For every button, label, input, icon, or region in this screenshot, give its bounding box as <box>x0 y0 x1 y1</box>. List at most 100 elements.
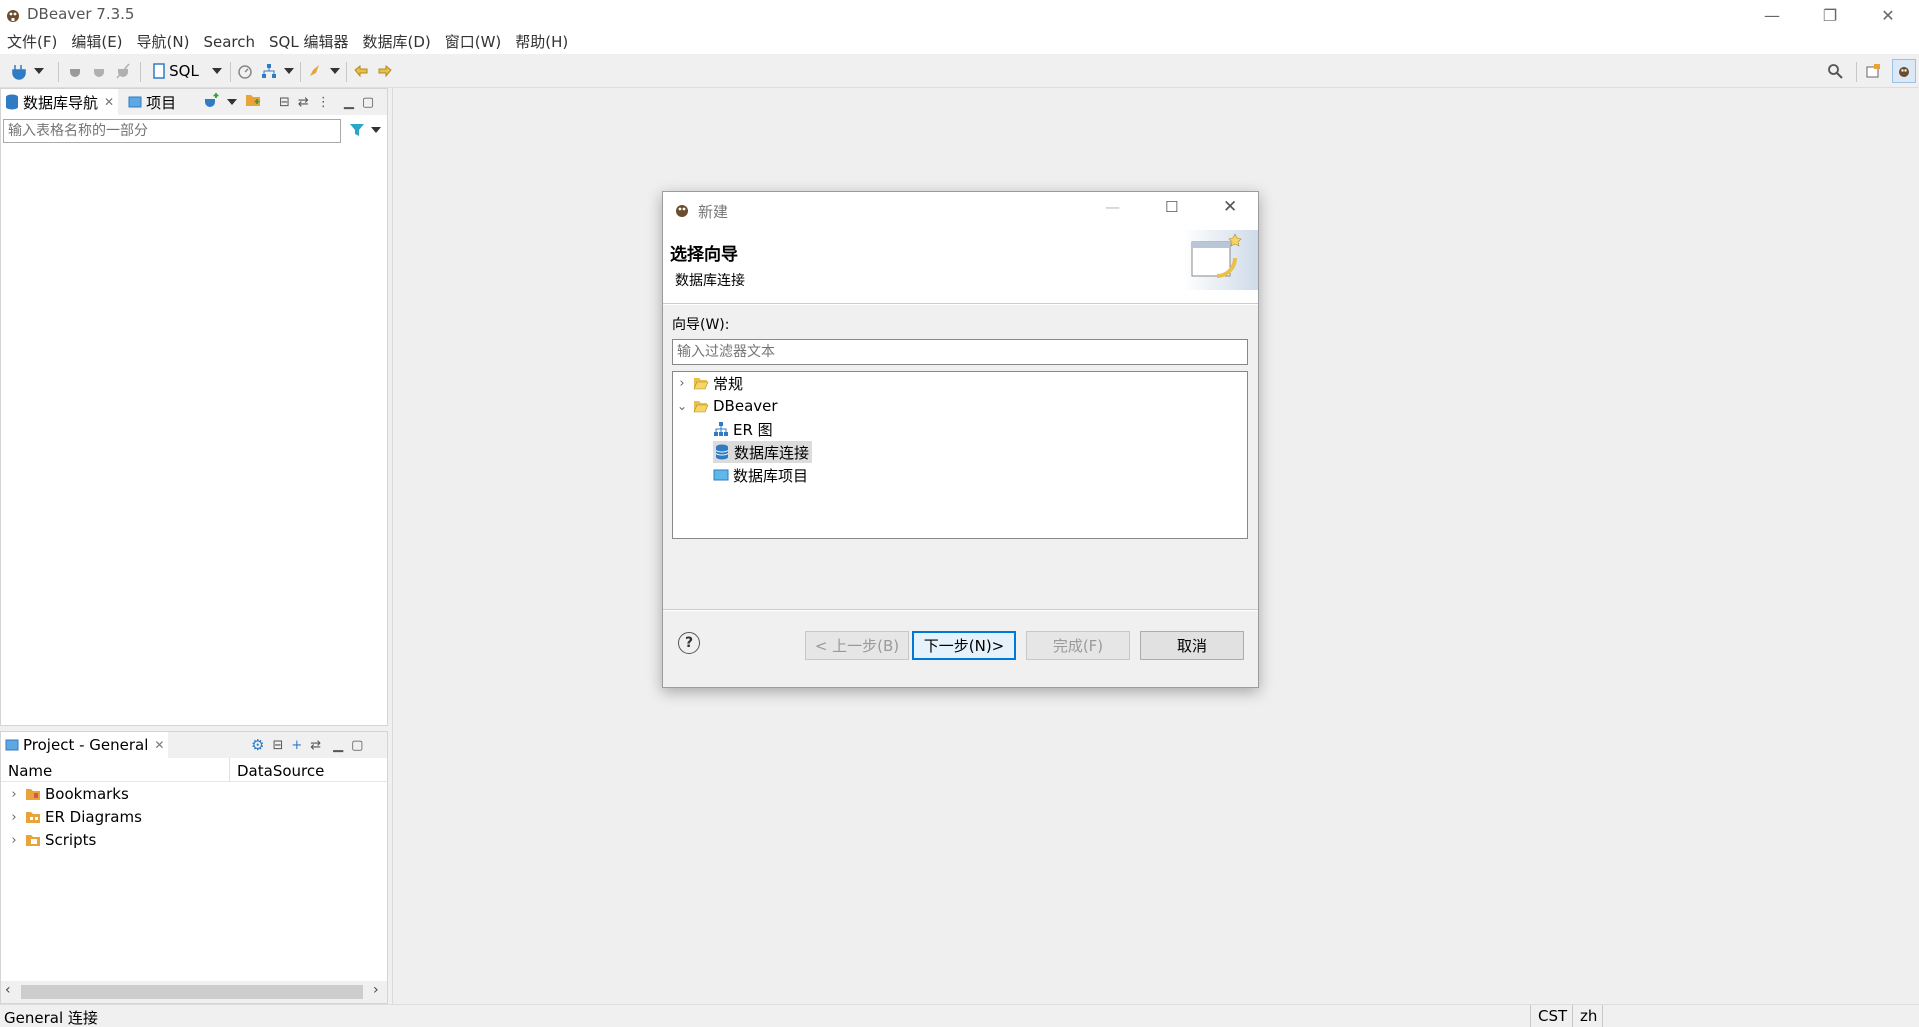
tree-item-er-diagrams[interactable]: › ER Diagrams <box>7 806 142 828</box>
new-connection-icon[interactable] <box>203 92 219 112</box>
status-locale: zh <box>1580 1007 1598 1025</box>
link-with-editor-icon[interactable]: ⇄ <box>310 738 321 753</box>
minimize-icon[interactable]: ▁ <box>344 95 354 110</box>
menu-file[interactable]: 文件(F) <box>0 30 64 54</box>
minimize-button[interactable]: — <box>1743 0 1801 30</box>
finish-button[interactable]: 完成(F) <box>1026 631 1130 660</box>
expand-all-icon[interactable]: + <box>291 738 302 753</box>
invalidate-button[interactable] <box>88 59 110 83</box>
schema-button[interactable] <box>258 59 280 83</box>
dialog-minimize-button[interactable]: — <box>1105 198 1120 216</box>
chevron-right-icon[interactable]: › <box>7 833 21 848</box>
collapse-all-icon[interactable]: ⊟ <box>279 95 290 110</box>
reconnect-icon <box>94 64 104 77</box>
wizard-subheading: 数据库连接 <box>675 273 745 289</box>
horizontal-scrollbar[interactable]: ‹ › <box>1 981 387 1003</box>
filter-settings-button[interactable] <box>349 122 365 142</box>
view-menu-icon[interactable]: ⋮ <box>317 95 330 110</box>
forward-button[interactable] <box>374 59 396 83</box>
tree-item-label: Bookmarks <box>45 785 129 803</box>
chevron-right-icon[interactable]: › <box>675 376 689 391</box>
column-header-name[interactable]: Name <box>8 762 52 780</box>
menu-bar: 文件(F) 编辑(E) 导航(N) Search SQL 编辑器 数据库(D) … <box>0 30 1919 54</box>
chevron-right-icon[interactable]: › <box>7 787 21 802</box>
tree-item-dbeaver[interactable]: ⌄ DBeaver <box>675 395 778 417</box>
dbeaver-logo-icon <box>676 205 688 217</box>
navigator-filter-input[interactable] <box>3 119 341 143</box>
arrow-forward-icon <box>378 64 392 78</box>
menu-edit[interactable]: 编辑(E) <box>64 30 129 54</box>
gear-icon[interactable]: ⚙ <box>251 736 264 754</box>
project-icon <box>128 96 142 108</box>
tree-item-db-project[interactable]: 数据库项目 <box>713 464 808 486</box>
next-button[interactable]: 下一步(N)> <box>912 631 1016 660</box>
chevron-right-icon[interactable]: › <box>7 810 21 825</box>
global-search-button[interactable] <box>1824 59 1846 83</box>
dialog-maximize-button[interactable]: ☐ <box>1165 198 1178 216</box>
filter-dropdown[interactable] <box>371 127 381 133</box>
sql-dropdown[interactable] <box>210 59 224 83</box>
connect-button[interactable] <box>64 59 86 83</box>
back-button[interactable] <box>350 59 372 83</box>
menu-help[interactable]: 帮助(H) <box>508 30 575 54</box>
close-tab-icon[interactable]: ✕ <box>104 95 114 109</box>
cancel-button[interactable]: 取消 <box>1140 631 1244 660</box>
dialog-title: 新建 <box>698 203 729 221</box>
project-general-panel: Project - General ✕ ⚙ ⊟ + ⇄ ▁ ▢ Name Dat… <box>0 731 388 1004</box>
status-divider <box>1572 1005 1573 1027</box>
dbeaver-perspective-button[interactable] <box>1892 59 1916 83</box>
menu-navigate[interactable]: 导航(N) <box>130 30 197 54</box>
tab-projects[interactable]: 项目 <box>124 89 180 115</box>
back-button[interactable]: < 上一步(B) <box>805 631 909 660</box>
perspective-icon <box>1866 64 1880 78</box>
wizard-filter-input[interactable] <box>672 339 1248 365</box>
wizard-banner: 选择向导 数据库连接 <box>663 224 1258 304</box>
project-icon <box>5 739 19 751</box>
minimize-icon[interactable]: ▁ <box>333 738 343 753</box>
restore-button[interactable]: ❐ <box>1801 0 1859 30</box>
column-header-datasource[interactable]: DataSource <box>237 762 324 780</box>
tab-project-general[interactable]: Project - General ✕ <box>1 732 169 758</box>
menu-window[interactable]: 窗口(W) <box>438 30 509 54</box>
tools-button[interactable] <box>304 59 326 83</box>
bookmark-folder-icon <box>26 789 40 800</box>
tree-item-bookmarks[interactable]: › Bookmarks <box>7 783 129 805</box>
database-icon <box>715 444 729 460</box>
arrow-back-icon <box>354 64 368 78</box>
chevron-down-icon[interactable]: ⌄ <box>675 399 689 413</box>
sql-label: SQL <box>169 62 199 80</box>
tools-dropdown[interactable] <box>328 59 342 83</box>
tree-item-label: 常规 <box>713 374 744 393</box>
menu-database[interactable]: 数据库(D) <box>355 30 437 54</box>
sql-editor-button[interactable]: SQL <box>148 59 204 83</box>
scroll-left-icon[interactable]: ‹ <box>5 982 11 998</box>
close-window-button[interactable]: ✕ <box>1859 0 1917 30</box>
maximize-icon[interactable]: ▢ <box>362 95 374 110</box>
dialog-close-button[interactable]: ✕ <box>1223 197 1237 217</box>
menu-search[interactable]: Search <box>196 30 262 54</box>
tree-item-db-connection[interactable]: 数据库连接 <box>713 441 813 463</box>
help-icon[interactable]: ? <box>678 632 700 654</box>
project-icon <box>713 469 729 481</box>
open-perspective-button[interactable] <box>1862 59 1884 83</box>
chevron-down-icon[interactable] <box>227 99 237 105</box>
collapse-all-icon[interactable]: ⊟ <box>272 738 283 753</box>
tree-item-general[interactable]: › 常规 <box>675 372 743 394</box>
new-folder-icon[interactable] <box>245 93 261 111</box>
schema-dropdown[interactable] <box>282 59 296 83</box>
restore-icon: ❐ <box>1822 5 1838 25</box>
scroll-right-icon[interactable]: › <box>373 982 379 998</box>
tab-database-navigator[interactable]: 数据库导航 ✕ <box>1 89 119 115</box>
disconnect-button[interactable] <box>112 59 134 83</box>
transaction-mode-button[interactable] <box>234 59 256 83</box>
link-with-editor-icon[interactable]: ⇄ <box>298 95 309 110</box>
tree-item-er-diagram[interactable]: ER 图 <box>713 418 773 440</box>
scrollbar-thumb[interactable] <box>21 985 363 999</box>
new-connection-button[interactable] <box>8 59 30 83</box>
close-tab-icon[interactable]: ✕ <box>154 738 164 752</box>
new-connection-dropdown[interactable] <box>32 59 46 83</box>
menu-sql-editor[interactable]: SQL 编辑器 <box>262 30 355 54</box>
tree-item-scripts[interactable]: › Scripts <box>7 829 96 851</box>
maximize-icon[interactable]: ▢ <box>351 738 363 753</box>
column-divider[interactable] <box>229 758 230 782</box>
